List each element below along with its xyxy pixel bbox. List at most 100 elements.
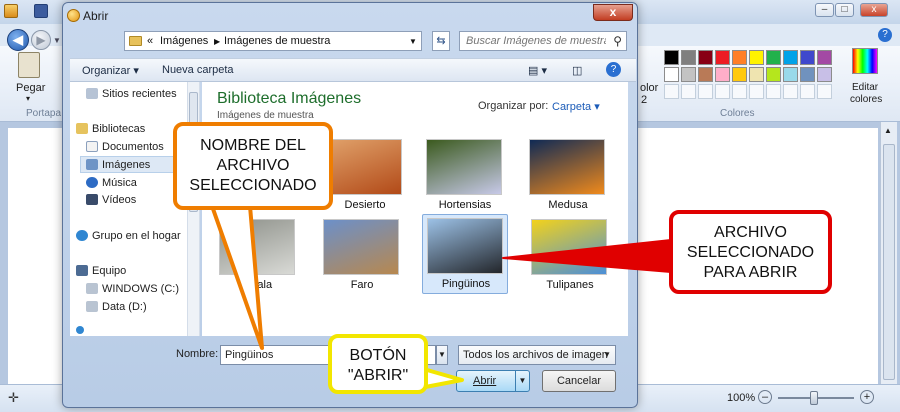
color-swatch[interactable] bbox=[817, 50, 832, 65]
zoom-out-button[interactable]: – bbox=[758, 390, 772, 404]
file-item-hortensias[interactable]: Hortensias bbox=[422, 136, 508, 214]
color2-label-2[interactable]: 2 bbox=[641, 94, 647, 106]
open-button-label: Abrir bbox=[473, 375, 497, 387]
open-button[interactable]: Abrir ▼ bbox=[456, 370, 530, 392]
breadcrumb-separator-icon[interactable]: ▶ bbox=[214, 37, 220, 46]
paint-vertical-scrollbar[interactable]: ▲ bbox=[880, 122, 897, 384]
color-swatch[interactable] bbox=[749, 50, 764, 65]
move-cursor-icon: ✛ bbox=[8, 390, 19, 405]
save-icon[interactable] bbox=[34, 4, 48, 18]
back-button[interactable]: ◀ bbox=[7, 29, 29, 51]
custom-color-slot[interactable] bbox=[800, 84, 815, 99]
color-swatch[interactable] bbox=[698, 67, 713, 82]
preview-pane-icon[interactable]: ◫ bbox=[572, 64, 582, 77]
custom-color-slot[interactable] bbox=[766, 84, 781, 99]
breadcrumb-sample-images[interactable]: Imágenes de muestra bbox=[224, 35, 330, 47]
address-dropdown-icon[interactable]: ▼ bbox=[409, 37, 417, 46]
nav-computer[interactable]: Equipo bbox=[92, 265, 126, 277]
color-swatch[interactable] bbox=[817, 67, 832, 82]
dialog-app-icon bbox=[67, 9, 80, 22]
file-item-faro[interactable]: Faro bbox=[319, 216, 405, 294]
color-swatch[interactable] bbox=[715, 67, 730, 82]
file-item-pinguinos[interactable]: Pingüinos bbox=[422, 214, 508, 294]
breadcrumb-images[interactable]: Imágenes bbox=[160, 35, 208, 47]
help-icon[interactable]: ? bbox=[878, 28, 892, 42]
address-bar[interactable]: « Imágenes ▶ Imágenes de muestra ▼ bbox=[124, 31, 422, 51]
custom-color-slot[interactable] bbox=[698, 84, 713, 99]
zoom-in-button[interactable]: + bbox=[860, 390, 874, 404]
color-swatch[interactable] bbox=[664, 67, 679, 82]
custom-color-slot[interactable] bbox=[732, 84, 747, 99]
color-swatch[interactable] bbox=[732, 67, 747, 82]
custom-color-slot[interactable] bbox=[817, 84, 832, 99]
file-item-koala[interactable]: Koala bbox=[215, 216, 301, 294]
address-root-separator[interactable]: « bbox=[147, 35, 153, 47]
color-swatch[interactable] bbox=[698, 50, 713, 65]
color-swatch[interactable] bbox=[715, 50, 730, 65]
refresh-button[interactable]: ⇆ bbox=[432, 31, 450, 51]
color-swatch[interactable] bbox=[732, 50, 747, 65]
dialog-close-button[interactable]: x bbox=[593, 4, 633, 21]
nav-videos[interactable]: Vídeos bbox=[102, 194, 136, 206]
edit-colors-label-2[interactable]: colores bbox=[850, 94, 882, 105]
paint-app-icon[interactable] bbox=[4, 4, 18, 18]
color-swatch[interactable] bbox=[800, 67, 815, 82]
color-swatch[interactable] bbox=[749, 67, 764, 82]
file-item-medusa[interactable]: Medusa bbox=[525, 136, 611, 214]
custom-color-slot[interactable] bbox=[749, 84, 764, 99]
recent-pages-dropdown-icon[interactable]: ▼ bbox=[53, 36, 61, 45]
organize-button[interactable]: Organizar ▾ bbox=[82, 64, 139, 77]
color2-label-1[interactable]: olor bbox=[640, 82, 658, 94]
nav-libraries[interactable]: Bibliotecas bbox=[92, 123, 145, 135]
color-swatch[interactable] bbox=[681, 50, 696, 65]
custom-color-slot[interactable] bbox=[715, 84, 730, 99]
open-options-dropdown[interactable]: ▼ bbox=[515, 371, 529, 391]
nav-drive-d[interactable]: Data (D:) bbox=[102, 301, 147, 313]
color-swatch[interactable] bbox=[681, 67, 696, 82]
nav-documents[interactable]: Documentos bbox=[102, 141, 164, 153]
edit-colors-icon[interactable] bbox=[852, 48, 878, 74]
search-box[interactable]: ⚲ bbox=[459, 31, 627, 51]
minimize-button[interactable]: – bbox=[815, 3, 834, 17]
color-swatch[interactable] bbox=[783, 50, 798, 65]
color-swatch[interactable] bbox=[783, 67, 798, 82]
file-thumbnail bbox=[531, 219, 607, 275]
edit-colors-label-1[interactable]: Editar bbox=[852, 82, 878, 93]
color-swatch[interactable] bbox=[664, 50, 679, 65]
nav-music[interactable]: Música bbox=[102, 177, 137, 189]
custom-color-slot[interactable] bbox=[664, 84, 679, 99]
color-swatch[interactable] bbox=[800, 50, 815, 65]
color-swatch[interactable] bbox=[766, 67, 781, 82]
search-input[interactable] bbox=[460, 32, 606, 50]
nav-drive-c[interactable]: WINDOWS (C:) bbox=[102, 283, 179, 295]
search-icon[interactable]: ⚲ bbox=[613, 34, 622, 48]
file-item-desierto[interactable]: Desierto bbox=[322, 136, 408, 214]
dialog-title: Abrir bbox=[83, 9, 109, 23]
file-thumbnail bbox=[219, 219, 295, 275]
paste-dropdown-icon[interactable]: ▾ bbox=[26, 94, 30, 103]
file-item-tulipanes[interactable]: Tulipanes bbox=[527, 216, 613, 294]
custom-color-slot[interactable] bbox=[783, 84, 798, 99]
custom-color-slot[interactable] bbox=[681, 84, 696, 99]
close-paint-button[interactable]: x bbox=[860, 3, 888, 17]
paste-label[interactable]: Pegar bbox=[16, 82, 45, 94]
zoom-slider[interactable] bbox=[778, 391, 854, 405]
callout-open-button: BOTÓN "ABRIR" bbox=[328, 334, 428, 394]
paste-icon[interactable] bbox=[18, 52, 40, 78]
view-options-icon[interactable]: ▤ ▾ bbox=[528, 64, 547, 77]
clipboard-group-label: Portapa bbox=[26, 108, 62, 119]
dialog-help-icon[interactable]: ? bbox=[606, 62, 621, 77]
nav-images[interactable]: Imágenes bbox=[102, 159, 150, 171]
file-type-filter[interactable]: Todos los archivos de imagen ▼ bbox=[458, 345, 616, 365]
cancel-button[interactable]: Cancelar bbox=[542, 370, 616, 392]
callout-filename: NOMBRE DEL ARCHIVO SELECCIONADO bbox=[173, 122, 333, 210]
arrange-by-dropdown[interactable]: Carpeta ▾ bbox=[552, 100, 600, 113]
zoom-slider-handle[interactable] bbox=[810, 391, 818, 405]
filename-dropdown-button[interactable]: ▼ bbox=[436, 345, 448, 365]
nav-homegroup[interactable]: Grupo en el hogar bbox=[92, 230, 181, 242]
color-swatch[interactable] bbox=[766, 50, 781, 65]
maximize-button[interactable]: □ bbox=[835, 3, 854, 17]
forward-button[interactable]: ▶ bbox=[31, 30, 51, 50]
new-folder-button[interactable]: Nueva carpeta bbox=[162, 64, 234, 76]
nav-recent-places[interactable]: Sitios recientes bbox=[102, 88, 177, 100]
